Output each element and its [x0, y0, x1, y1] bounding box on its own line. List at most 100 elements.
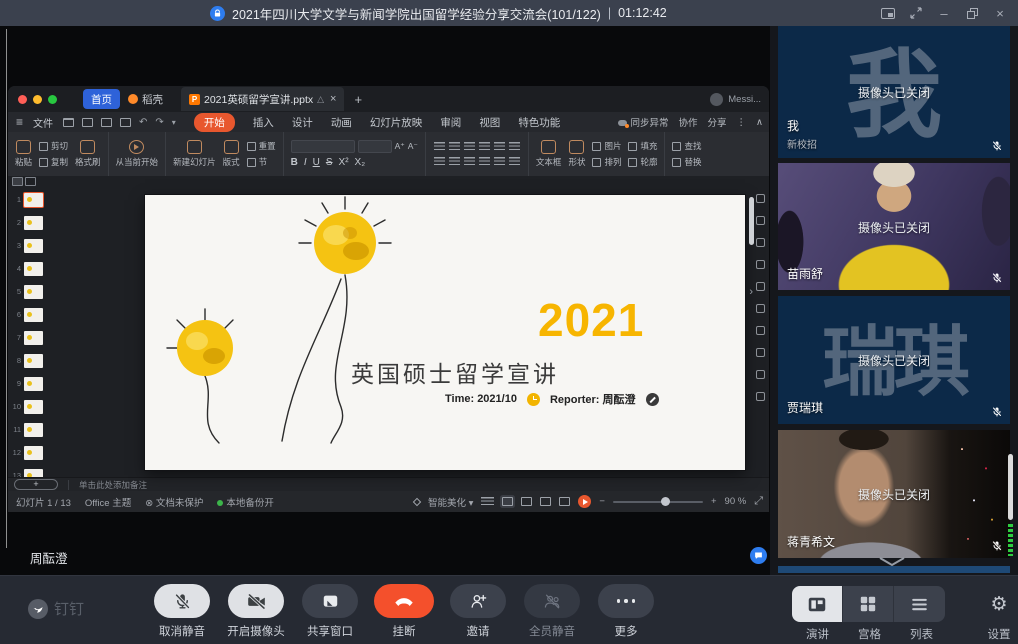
textbox-button[interactable]: 文本框 [536, 140, 562, 168]
slide-thumbnail[interactable]: 7 [8, 326, 44, 349]
tab-docer[interactable]: 稻壳 [120, 89, 171, 109]
slide-thumbnail[interactable]: 10 [8, 395, 44, 418]
outline-button[interactable]: 轮廓 [628, 156, 657, 168]
slide-thumbnail[interactable]: 6 [8, 303, 44, 326]
zoom-out-button[interactable]: − [599, 496, 605, 507]
align-center-icon[interactable] [449, 157, 460, 166]
tab-home[interactable]: 首页 [83, 89, 120, 109]
justify-icon[interactable] [479, 157, 490, 166]
zoom-in-button[interactable]: + [711, 496, 717, 507]
collaborate-button[interactable]: 协作 [679, 115, 698, 129]
numbered-list-icon[interactable] [449, 142, 460, 151]
ribbon-tab-5[interactable]: 幻灯片放映 [370, 115, 423, 130]
pip-icon[interactable] [876, 3, 900, 23]
line-spacing-icon[interactable] [494, 142, 505, 151]
slide-thumbnail[interactable]: 11 [8, 418, 44, 441]
dropdown-icon[interactable]: ▾ [172, 118, 176, 127]
sorter-view-icon[interactable] [521, 497, 532, 506]
slide-thumbnail[interactable]: 9 [8, 372, 44, 395]
camera-on-button[interactable]: 开启摄像头 [224, 584, 288, 639]
backup-status[interactable]: 本地备份开 [217, 495, 274, 509]
copy-button[interactable]: 复制 [39, 156, 68, 168]
add-slide-button[interactable]: + [14, 479, 58, 490]
right-panel-icon[interactable] [756, 282, 765, 291]
play-from-current-button[interactable]: 从当前开始 [116, 140, 159, 168]
find-button[interactable]: 查找 [672, 140, 701, 152]
file-menu[interactable]: 文件 [33, 115, 53, 130]
close-button[interactable]: × [988, 3, 1012, 23]
strikethrough-button[interactable]: S [326, 157, 333, 168]
notes-view-icon[interactable] [481, 497, 494, 506]
italic-button[interactable]: I [304, 157, 307, 168]
slide-thumbnail[interactable]: 4 [8, 257, 44, 280]
ribbon-tab-1[interactable]: 开始 [194, 113, 235, 132]
zoom-knob[interactable] [661, 497, 670, 506]
superscript-button[interactable]: X² [339, 157, 349, 168]
text-direction-icon[interactable] [509, 142, 520, 151]
slide-thumbnail[interactable]: 12 [8, 441, 44, 464]
slide-thumbnail[interactable]: 13 [8, 464, 44, 477]
new-slide-button[interactable]: 新建幻灯片 [173, 140, 216, 168]
fit-screen-icon[interactable]: ⤢ [754, 495, 763, 508]
ribbon-tab-7[interactable]: 视图 [479, 115, 500, 130]
zoom-percent[interactable]: 90 % [725, 496, 747, 507]
participant-tile[interactable]: 摄像头已关闭 蒋青希文 [778, 430, 1010, 558]
normal-view-icon[interactable] [502, 497, 513, 506]
ribbon-tab-3[interactable]: 设计 [292, 115, 313, 130]
format-painter-button[interactable]: 格式刷 [75, 140, 101, 168]
view-grid-button[interactable] [843, 586, 894, 622]
notes-placeholder[interactable]: 单击此处添加备注 [68, 480, 147, 490]
bullet-list-icon[interactable] [434, 142, 445, 151]
fullscreen-icon[interactable] [904, 3, 928, 23]
fill-button[interactable]: 填充 [628, 140, 657, 152]
tab-document[interactable]: P 2021英硕留学宣讲.pptx △ × [181, 87, 344, 111]
right-panel-icon[interactable] [756, 194, 765, 203]
bold-button[interactable]: B [291, 157, 298, 168]
right-panel-icon[interactable] [756, 370, 765, 379]
slide-thumbnail[interactable]: 1 [8, 188, 44, 211]
quick-access-icons[interactable]: ↶ ↷ ▾ [63, 117, 176, 128]
settings-button[interactable]: ⚙ [984, 586, 1014, 622]
columns-icon[interactable] [494, 157, 505, 166]
redo-icon[interactable]: ↷ [155, 117, 163, 128]
print-icon[interactable] [101, 118, 112, 127]
underline-button[interactable]: U [313, 157, 320, 168]
hamburger-icon[interactable]: ≡ [16, 115, 23, 129]
ribbon-tab-4[interactable]: 动画 [331, 115, 352, 130]
ribbon-tab-6[interactable]: 审阅 [440, 115, 461, 130]
right-panel-icon[interactable] [756, 304, 765, 313]
save-icon[interactable] [82, 118, 93, 127]
participant-tile[interactable]: 瑞琪 摄像头已关闭 贾瑞琪 [778, 296, 1010, 424]
participant-tile[interactable]: 摄像头已关闭 苗雨舒 [778, 163, 1010, 290]
font-select[interactable] [291, 140, 355, 153]
reading-view-icon[interactable] [540, 497, 551, 506]
shape-button[interactable]: 形状 [568, 140, 585, 168]
open-icon[interactable] [63, 118, 74, 127]
tab-close-icon[interactable]: × [330, 93, 336, 105]
view-present-button[interactable] [792, 586, 843, 622]
right-panel-icon[interactable] [756, 260, 765, 269]
zoom-slider[interactable] [613, 501, 703, 503]
cut-button[interactable]: 剪切 [39, 140, 68, 152]
paste-button[interactable]: 粘贴 [15, 140, 32, 168]
subscript-button[interactable]: X₂ [355, 157, 366, 168]
theme-name[interactable]: Office 主题 [85, 495, 131, 509]
align-left-icon[interactable] [434, 157, 445, 166]
slide-thumbnail[interactable]: 3 [8, 234, 44, 257]
account-badge[interactable]: Messi... [710, 93, 761, 106]
indent-increase-icon[interactable] [479, 142, 490, 151]
reset-button[interactable]: 重置 [247, 140, 276, 152]
right-panel-icon[interactable] [756, 348, 765, 357]
share-window-button[interactable]: 共享窗口 [298, 584, 362, 639]
arrange-button[interactable]: 排列 [592, 156, 621, 168]
slide-canvas[interactable]: 2021 英国硕士留学宣讲 Time: 2021/10 Reporter: 周酝… [145, 195, 745, 470]
hangup-button[interactable]: 挂断 [372, 584, 436, 639]
replace-button[interactable]: 替换 [672, 156, 701, 168]
picture-button[interactable]: 图片 [592, 140, 621, 152]
right-panel-icon[interactable] [756, 238, 765, 247]
undo-icon[interactable]: ↶ [139, 117, 147, 128]
paragraph-spacing-icon[interactable] [509, 157, 520, 166]
section-button[interactable]: 节 [247, 156, 276, 168]
font-decrease[interactable]: A⁻ [408, 141, 418, 152]
minimize-button[interactable]: – [932, 3, 956, 23]
